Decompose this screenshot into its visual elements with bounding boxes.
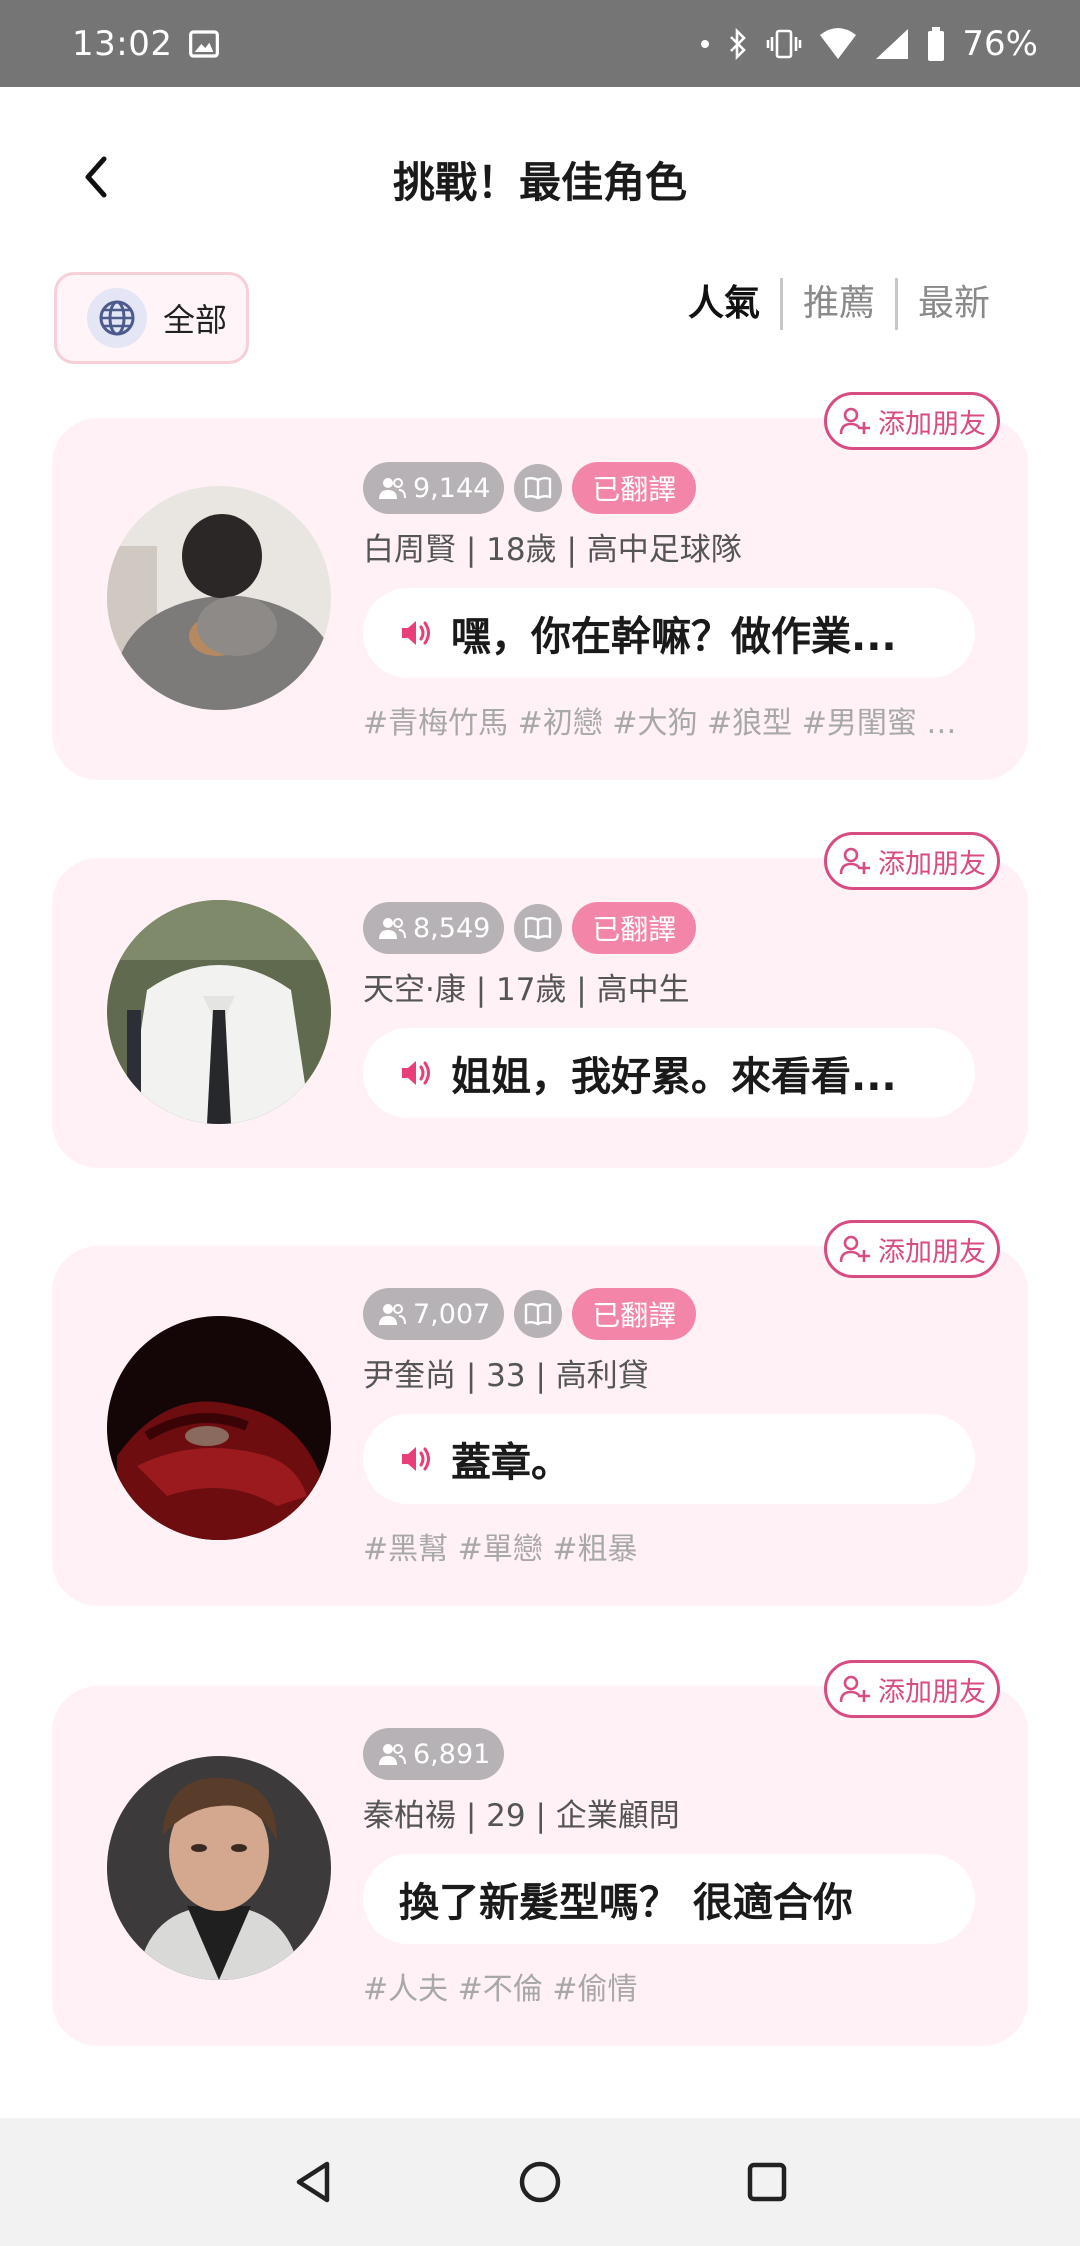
add-friend-label: 添加朋友	[878, 848, 986, 880]
add-friend-label: 添加朋友	[878, 1236, 986, 1268]
book-icon	[514, 904, 563, 952]
back-triangle-icon	[297, 2161, 330, 2203]
greeting-text: 姐姐，我好累。來看看...	[451, 1054, 897, 1100]
chevron-left-icon	[85, 156, 107, 198]
sort-tabs: 人氣 推薦 最新	[668, 278, 1010, 330]
avatar[interactable]	[107, 1316, 331, 1540]
character-tags: #青梅竹馬 #初戀 #大狗 #狼型 #男閨蜜 #...	[363, 706, 975, 741]
follower-count: 7,007	[413, 1298, 491, 1330]
header: 挑戰！最佳角色	[0, 87, 1080, 271]
follower-count-badge: 9,144	[363, 462, 505, 514]
translated-badge: 已翻譯	[572, 462, 697, 514]
translated-badge: 已翻譯	[572, 902, 697, 954]
character-info: 6,891 秦柏禓 | 29 | 企業顧問 換了新髮型嗎？ 很適合你 #人夫 #…	[363, 1728, 1003, 2008]
speaker-icon	[402, 1447, 430, 1471]
greeting-bubble[interactable]: 嘿，你在幹嘛？做作業...	[363, 588, 975, 678]
users-icon	[379, 918, 406, 939]
status-time: 13:02	[72, 23, 173, 64]
speaker-icon	[402, 1061, 430, 1085]
character-card[interactable]: 添加朋友 6,891 秦柏禓 | 29 | 企業顧問 換了新髮型嗎？ 很適合你 …	[52, 1656, 1028, 2046]
signal-icon	[874, 27, 910, 61]
character-info: 9,144 已翻譯 白周賢 | 18歲 | 高中足球隊 嘿，你在幹嘛？做作業..…	[363, 462, 1003, 742]
filter-all-button[interactable]: 全部	[54, 272, 249, 364]
filter-label: 全部	[163, 301, 228, 339]
nav-back-button[interactable]	[273, 2142, 353, 2222]
character-info: 7,007 已翻譯 尹奎尚 | 33 | 高利貸 蓋章。 #黑幫 #單戀 #粗暴	[363, 1288, 1003, 1568]
greeting-bubble[interactable]: 換了新髮型嗎？ 很適合你	[363, 1854, 975, 1944]
add-friend-label: 添加朋友	[878, 408, 986, 440]
translated-badge: 已翻譯	[572, 1288, 697, 1340]
back-button[interactable]	[66, 147, 126, 207]
character-profile: 秦柏禓 | 29 | 企業顧問	[363, 1798, 680, 1834]
character-info: 8,549 已翻譯 天空·康 | 17歲 | 高中生 姐姐，我好累。來看看...	[363, 902, 1003, 1118]
system-nav-bar	[0, 2118, 1080, 2246]
nav-recents-button[interactable]	[727, 2142, 807, 2222]
add-friend-button[interactable]: 添加朋友	[824, 1660, 1000, 1718]
follower-count: 6,891	[413, 1738, 491, 1770]
greeting-text: 嘿，你在幹嘛？做作業...	[451, 614, 897, 660]
dot-icon	[700, 39, 710, 49]
wifi-icon	[818, 27, 858, 61]
character-tags: #人夫 #不倫 #偷情	[363, 1972, 638, 2007]
character-card[interactable]: 添加朋友 8,549 已翻譯 天空·康 | 17歲 | 高中生 姐姐，我好累。來…	[52, 828, 1028, 1168]
tab-popular[interactable]: 人氣	[668, 278, 780, 330]
character-card[interactable]: 添加朋友 9,144 已翻譯 白周賢 | 18歲 | 高中足球隊 嘿，你在幹嘛？…	[52, 388, 1028, 780]
book-icon	[514, 464, 563, 512]
page-title: 挑戰！最佳角色	[392, 157, 687, 207]
add-friend-label: 添加朋友	[878, 1676, 986, 1708]
add-user-icon	[839, 847, 870, 875]
battery-icon	[926, 26, 946, 62]
tab-recommended[interactable]: 推薦	[783, 278, 895, 330]
vibrate-icon	[766, 27, 802, 61]
bluetooth-icon	[726, 27, 750, 61]
add-friend-button[interactable]: 添加朋友	[824, 392, 1000, 450]
add-friend-button[interactable]: 添加朋友	[824, 832, 1000, 890]
follower-count: 9,144	[413, 472, 491, 504]
add-user-icon	[839, 1675, 870, 1703]
character-card[interactable]: 添加朋友 7,007 已翻譯 尹奎尚 | 33 | 高利貸 蓋章。 #黑幫 #單…	[52, 1216, 1028, 1606]
greeting-text: 換了新髮型嗎？ 很適合你	[399, 1880, 853, 1926]
follower-count-badge: 7,007	[363, 1288, 505, 1340]
status-bar: 13:02 76%	[0, 0, 1080, 87]
greeting-bubble[interactable]: 蓋章。	[363, 1414, 975, 1504]
character-profile: 白周賢 | 18歲 | 高中足球隊	[363, 532, 742, 568]
add-user-icon	[839, 407, 870, 435]
recents-square-icon	[747, 2162, 786, 2202]
tab-newest[interactable]: 最新	[898, 278, 1010, 330]
add-friend-button[interactable]: 添加朋友	[824, 1220, 1000, 1278]
character-tags: #黑幫 #單戀 #粗暴	[363, 1532, 638, 1567]
avatar[interactable]	[107, 900, 331, 1124]
speaker-icon	[402, 621, 430, 645]
follower-count-badge: 6,891	[363, 1728, 505, 1780]
avatar[interactable]	[107, 486, 331, 710]
book-icon	[514, 1290, 563, 1338]
image-icon	[188, 28, 220, 60]
add-user-icon	[839, 1235, 870, 1263]
follower-count: 8,549	[413, 912, 491, 944]
greeting-text: 蓋章。	[451, 1440, 571, 1486]
globe-icon	[87, 288, 147, 348]
users-icon	[379, 478, 406, 499]
avatar[interactable]	[107, 1756, 331, 1980]
character-profile: 天空·康 | 17歲 | 高中生	[363, 972, 690, 1008]
battery-percent: 76%	[962, 23, 1038, 64]
home-circle-icon	[519, 2161, 561, 2203]
users-icon	[379, 1304, 406, 1325]
follower-count-badge: 8,549	[363, 902, 505, 954]
greeting-bubble[interactable]: 姐姐，我好累。來看看...	[363, 1028, 975, 1118]
nav-home-button[interactable]	[500, 2142, 580, 2222]
character-profile: 尹奎尚 | 33 | 高利貸	[363, 1358, 649, 1394]
users-icon	[379, 1744, 406, 1765]
